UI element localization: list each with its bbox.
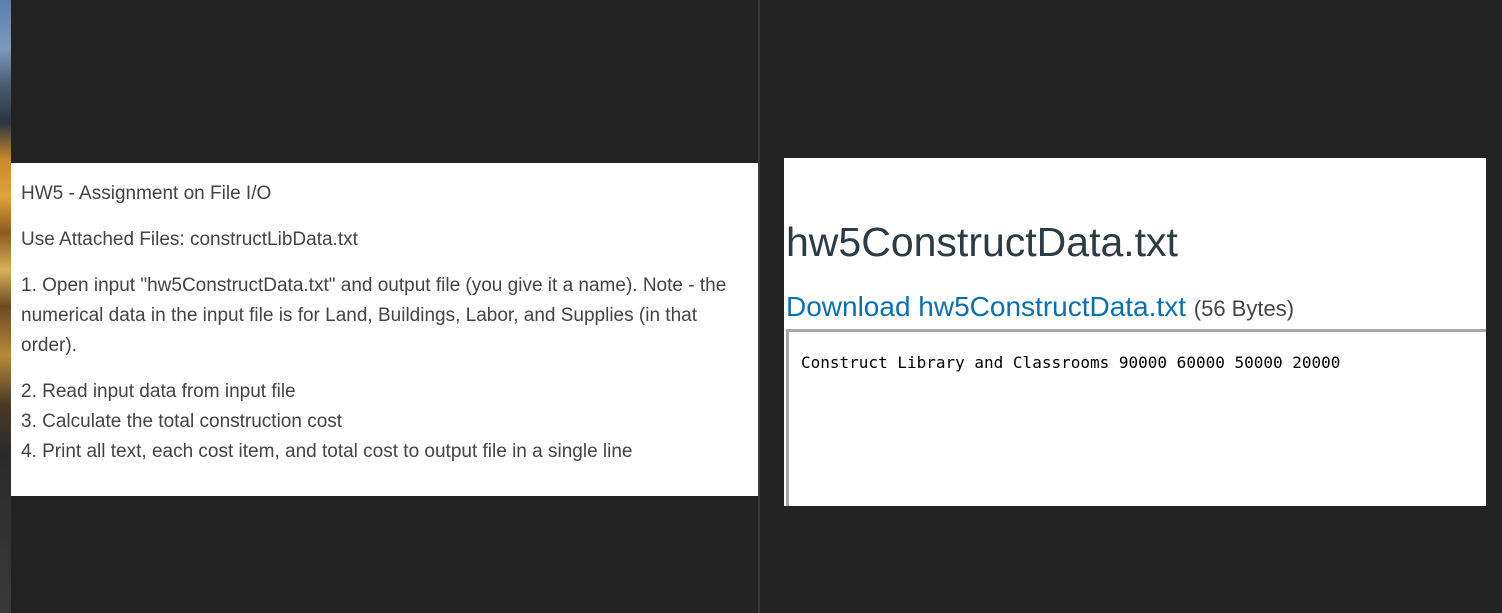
assignment-panel: HW5 - Assignment on File I/O Use Attache…: [11, 163, 759, 496]
step-4-text: 4. Print all text, each cost item, and t…: [21, 441, 633, 462]
step-1-text: 1. Open input "hw5ConstructData.txt" and…: [21, 275, 727, 356]
file-title: hw5ConstructData.txt: [786, 219, 1178, 265]
attached-files-text: Use Attached Files: constructLibData.txt: [21, 229, 358, 250]
step-2-text: 2. Read input data from input file: [21, 381, 296, 402]
panel-divider[interactable]: [758, 0, 760, 613]
background-photo-strip: [0, 0, 11, 613]
steps-list: 2. Read input data from input file 3. Ca…: [21, 377, 747, 467]
step-3-text: 3. Calculate the total construction cost: [21, 411, 343, 432]
assignment-title: HW5 - Assignment on File I/O: [21, 183, 272, 204]
download-link[interactable]: Download hw5ConstructData.txt: [786, 291, 1186, 322]
file-viewer-panel: hw5ConstructData.txt Download hw5Constru…: [784, 158, 1486, 506]
file-size: (56 Bytes): [1193, 296, 1295, 321]
download-row: Download hw5ConstructData.txt (56 Bytes): [786, 289, 1294, 327]
file-content-preview[interactable]: Construct Library and Classrooms 90000 6…: [786, 329, 1486, 506]
